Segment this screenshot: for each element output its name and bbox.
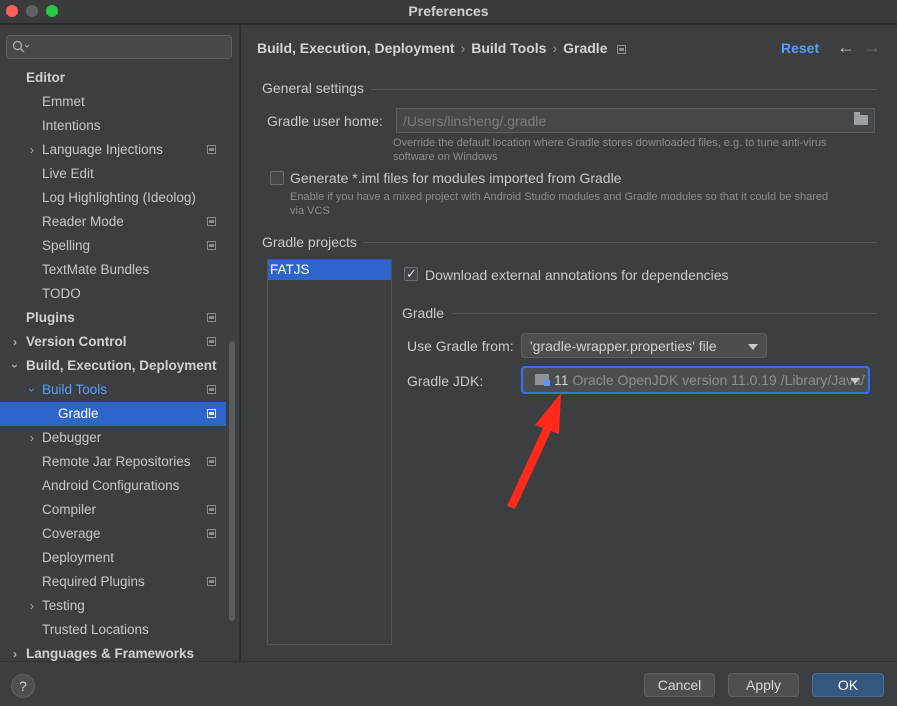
dialog-footer: ? Cancel Apply OK (0, 661, 897, 706)
apply-button[interactable]: Apply (728, 673, 799, 697)
help-button[interactable]: ? (11, 674, 35, 698)
cancel-button[interactable]: Cancel (644, 673, 715, 697)
annotation-arrow-icon (507, 393, 561, 509)
ok-button[interactable]: OK (812, 673, 884, 697)
